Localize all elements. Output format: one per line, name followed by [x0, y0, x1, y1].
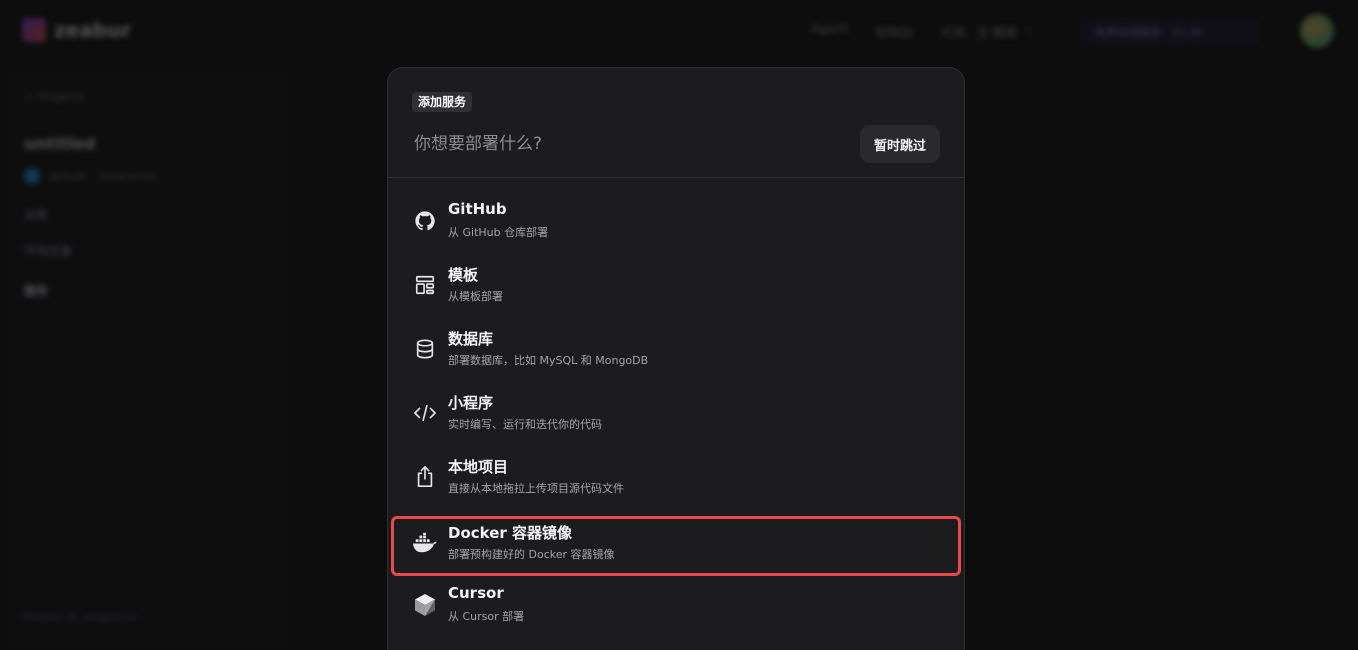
option-title: Docker 容器镜像 [448, 524, 573, 542]
option-title: GitHub [448, 200, 507, 218]
add-service-tag: 添加服务 [412, 92, 473, 112]
option-title: 模板 [448, 266, 479, 284]
option-subtitle: 直接从本地拖拉上传项目源代码文件 [448, 482, 624, 495]
option-github[interactable]: GitHub 从 GitHub 仓库部署 [391, 194, 961, 254]
template-icon [412, 272, 438, 298]
modal-header: 添加服务 暂时跳过 [388, 68, 964, 178]
option-code[interactable]: 小程序 实时编写、运行和迭代你的代码 [391, 386, 961, 446]
add-service-modal: 添加服务 暂时跳过 GitHub 从 GitHub 仓库部署 模板 从模板部署 … [387, 67, 965, 650]
option-subtitle: 从 Cursor 部署 [448, 610, 525, 623]
option-subtitle: 从 GitHub 仓库部署 [448, 226, 549, 239]
option-title: 数据库 [448, 330, 494, 348]
option-local-project[interactable]: 本地项目 直接从本地拖拉上传项目源代码文件 [391, 450, 961, 510]
option-database[interactable]: 数据库 部署数据库，比如 MySQL 和 MongoDB [391, 322, 961, 382]
option-subtitle: 实时编写、运行和迭代你的代码 [448, 418, 602, 431]
option-subtitle: 部署预构建好的 Docker 容器镜像 [448, 548, 615, 561]
database-icon [412, 336, 438, 362]
upload-icon [412, 464, 438, 490]
option-subtitle: 部署数据库，比如 MySQL 和 MongoDB [448, 354, 649, 367]
option-cursor[interactable]: Cursor 从 Cursor 部署 [391, 578, 961, 638]
search-input[interactable] [412, 128, 836, 160]
option-title: 小程序 [448, 394, 494, 412]
option-title: Cursor [448, 584, 504, 602]
option-docker[interactable]: Docker 容器镜像 部署预构建好的 Docker 容器镜像 [391, 516, 961, 576]
option-template[interactable]: 模板 从模板部署 [391, 258, 961, 318]
github-icon [412, 208, 438, 234]
docker-icon [412, 530, 438, 556]
skip-button[interactable]: 暂时跳过 [860, 125, 940, 163]
code-icon [412, 400, 438, 426]
option-title: 本地项目 [448, 458, 509, 476]
option-subtitle: 从模板部署 [448, 290, 503, 303]
cursor-icon [412, 592, 438, 618]
